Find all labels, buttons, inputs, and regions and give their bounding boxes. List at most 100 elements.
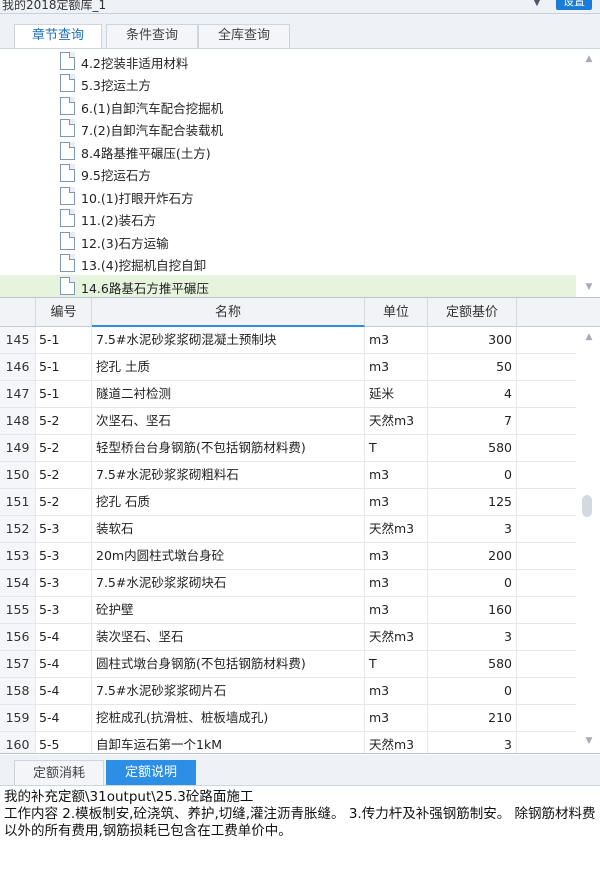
table-row[interactable]: 153 5-3 20m内圆柱式墩台身砼 m3 200 [0, 543, 576, 570]
tab-quota-description[interactable]: 定额说明 [106, 760, 196, 785]
header-name[interactable]: 名称 [92, 298, 365, 327]
document-icon [60, 74, 75, 92]
table-row[interactable]: 147 5-1 隧道二衬检测 延米 4 [0, 381, 576, 408]
scroll-up-icon[interactable]: ▲ [578, 51, 600, 67]
scroll-thumb[interactable] [582, 495, 592, 517]
chevron-down-icon[interactable]: ▼ [528, 0, 546, 11]
table-row[interactable]: 160 5-5 自卸车运石第一个1kM 天然m3 3 [0, 732, 576, 753]
table-row[interactable]: 157 5-4 圆柱式墩台身钢筋(不包括钢筋材料费) T 580 [0, 651, 576, 678]
table-row[interactable]: 155 5-3 砼护壁 m3 160 [0, 597, 576, 624]
table-row[interactable]: 159 5-4 挖桩成孔(抗滑桩、桩板墙成孔) m3 210 [0, 705, 576, 732]
document-icon [60, 119, 75, 137]
cell-name: 7.5#水泥砂浆浆砌混凝土预制块 [92, 327, 365, 353]
row-index: 154 [0, 570, 36, 596]
cell-price: 50 [428, 354, 517, 380]
table-scrollbar[interactable]: ▲ ▼ [578, 327, 600, 753]
cell-price: 0 [428, 678, 517, 704]
cell-name: 挖孔 石质 [92, 489, 365, 515]
cell-price: 3 [428, 516, 517, 542]
header-unit[interactable]: 单位 [365, 298, 428, 327]
tree-item[interactable]: 11.(2)装石方 [0, 207, 576, 229]
document-icon [60, 164, 75, 182]
cell-code: 5-2 [36, 489, 92, 515]
row-index: 147 [0, 381, 36, 407]
cell-name: 20m内圆柱式墩台身砼 [92, 543, 365, 569]
tab-quota-consumption[interactable]: 定额消耗 [14, 760, 104, 785]
row-index: 156 [0, 624, 36, 650]
cell-price: 125 [428, 489, 517, 515]
quota-description: 我的补充定额\31output\25.3砼路面施工 工作内容 2.模板制安,砼浇… [0, 785, 600, 885]
header-price[interactable]: 定额基价 [428, 298, 517, 327]
cell-price: 0 [428, 462, 517, 488]
row-index: 153 [0, 543, 36, 569]
cell-unit: m3 [365, 678, 428, 704]
scroll-down-icon[interactable]: ▼ [578, 733, 600, 749]
row-index: 152 [0, 516, 36, 542]
cell-unit: m3 [365, 462, 428, 488]
tab-chapter-query[interactable]: 章节查询 [14, 24, 102, 49]
table-row[interactable]: 148 5-2 次坚石、坚石 天然m3 7 [0, 408, 576, 435]
settings-button[interactable]: 设置 [556, 0, 592, 10]
description-path: 我的补充定额\31output\25.3砼路面施工 [4, 789, 254, 805]
table-row[interactable]: 145 5-1 7.5#水泥砂浆浆砌混凝土预制块 m3 300 [0, 327, 576, 354]
tree-item-label: 8.4路基推平碾压(土方) [81, 146, 211, 161]
tree-item[interactable]: 8.4路基推平碾压(土方) [0, 140, 576, 162]
tree-item-label: 11.(2)装石方 [81, 213, 157, 228]
quota-table: 编号 名称 单位 定额基价 145 5-1 7.5#水泥砂浆浆砌混凝土预制块 m3 30… [0, 298, 600, 754]
cell-unit: m3 [365, 705, 428, 731]
cell-code: 5-5 [36, 732, 92, 753]
cell-unit: m3 [365, 597, 428, 623]
cell-price: 580 [428, 651, 517, 677]
table-row[interactable]: 158 5-4 7.5#水泥砂浆浆砌片石 m3 0 [0, 678, 576, 705]
cell-unit: 天然m3 [365, 624, 428, 650]
row-index: 158 [0, 678, 36, 704]
cell-unit: m3 [365, 489, 428, 515]
table-row[interactable]: 156 5-4 装次坚石、坚石 天然m3 3 [0, 624, 576, 651]
query-tabs: 章节查询 条件查询 全库查询 [0, 14, 600, 49]
cell-code: 5-4 [36, 651, 92, 677]
tree-item[interactable]: 4.2挖装非适用材料 [0, 50, 576, 72]
tree-item-selected[interactable]: 14.6路基石方推平碾压 [0, 275, 576, 297]
header-code[interactable]: 编号 [36, 298, 92, 327]
tree-item[interactable]: 6.(1)自卸汽车配合挖掘机 [0, 95, 576, 117]
cell-code: 5-4 [36, 678, 92, 704]
cell-code: 5-2 [36, 462, 92, 488]
cell-name: 圆柱式墩台身钢筋(不包括钢筋材料费) [92, 651, 365, 677]
cell-unit: m3 [365, 570, 428, 596]
tab-condition-query[interactable]: 条件查询 [106, 24, 198, 48]
table-row[interactable]: 150 5-2 7.5#水泥砂浆浆砌粗料石 m3 0 [0, 462, 576, 489]
cell-unit: T [365, 435, 428, 461]
cell-name: 挖桩成孔(抗滑桩、桩板墙成孔) [92, 705, 365, 731]
table-row[interactable]: 149 5-2 轻型桥台台身钢筋(不包括钢筋材料费) T 580 [0, 435, 576, 462]
table-row[interactable]: 146 5-1 挖孔 土质 m3 50 [0, 354, 576, 381]
document-icon [60, 187, 75, 205]
library-name[interactable]: 我的2018定额库_1 [2, 0, 106, 13]
tree-item-label: 4.2挖装非适用材料 [81, 56, 189, 71]
tree-item[interactable]: 10.(1)打眼开炸石方 [0, 185, 576, 207]
tree-scrollbar[interactable]: ▲ ▼ [578, 49, 600, 297]
table-row[interactable]: 154 5-3 7.5#水泥砂浆浆砌块石 m3 0 [0, 570, 576, 597]
tree-item[interactable]: 13.(4)挖掘机自挖自卸 [0, 252, 576, 274]
scroll-down-icon[interactable]: ▼ [578, 279, 600, 295]
table-row[interactable]: 151 5-2 挖孔 石质 m3 125 [0, 489, 576, 516]
cell-name: 7.5#水泥砂浆浆砌粗料石 [92, 462, 365, 488]
row-index: 145 [0, 327, 36, 353]
cell-price: 3 [428, 624, 517, 650]
cell-name: 装次坚石、坚石 [92, 624, 365, 650]
cell-code: 5-1 [36, 327, 92, 353]
tree-item[interactable]: 5.3挖运土方 [0, 72, 576, 94]
cell-code: 5-3 [36, 570, 92, 596]
tree-item[interactable]: 9.5挖运石方 [0, 162, 576, 184]
row-index: 149 [0, 435, 36, 461]
tab-full-query[interactable]: 全库查询 [198, 24, 290, 48]
tree-item-label: 5.3挖运土方 [81, 78, 151, 93]
scroll-up-icon[interactable]: ▲ [578, 329, 600, 345]
tree-item[interactable]: 7.(2)自卸汽车配合装载机 [0, 117, 576, 139]
table-row[interactable]: 152 5-3 装软石 天然m3 3 [0, 516, 576, 543]
cell-name: 7.5#水泥砂浆浆砌块石 [92, 570, 365, 596]
tree-item[interactable]: 12.(3)石方运输 [0, 230, 576, 252]
tree-item-label: 9.5挖运石方 [81, 168, 151, 183]
tree-item-label: 13.(4)挖掘机自挖自卸 [81, 258, 207, 273]
document-icon [60, 209, 75, 227]
document-icon [60, 52, 75, 70]
